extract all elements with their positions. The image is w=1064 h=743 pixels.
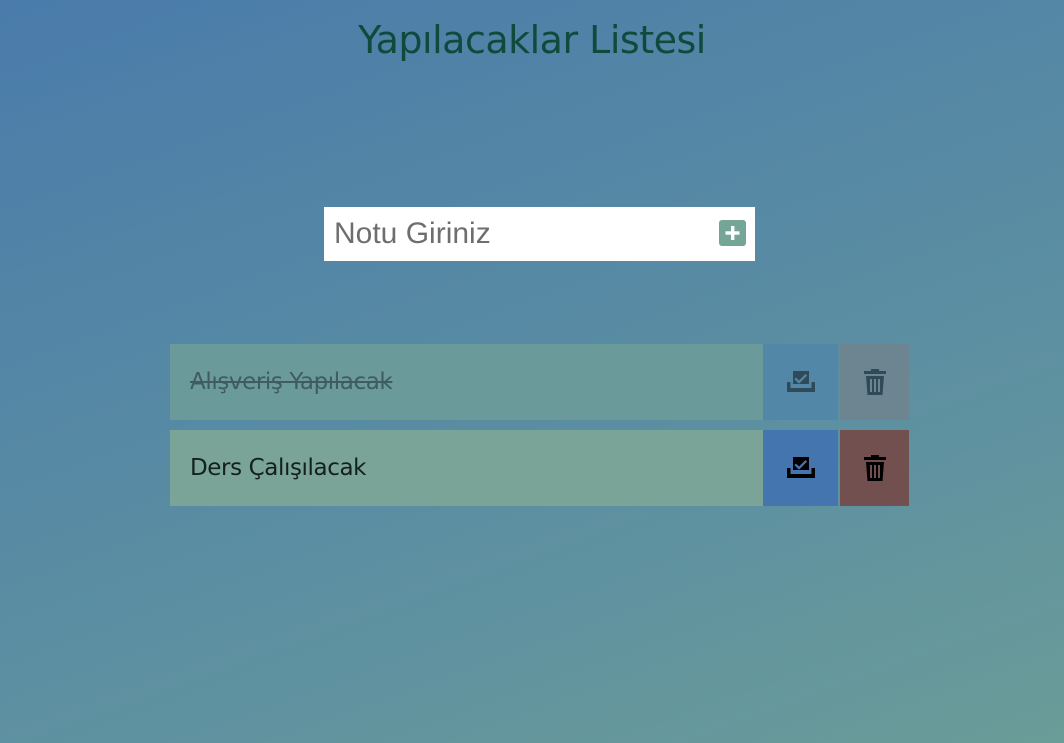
delete-button[interactable] [840, 430, 909, 506]
delete-button[interactable] [840, 344, 909, 420]
inbox-check-icon [786, 371, 815, 392]
note-input[interactable] [324, 207, 704, 261]
plus-icon [725, 226, 740, 240]
inbox-check-icon [786, 457, 815, 478]
todo-text-box: Alışveriş Yapılacak [170, 344, 763, 420]
todo-item: Alışveriş Yapılacak [170, 344, 909, 420]
page-title: Yapılacaklar Listesi [358, 18, 706, 62]
complete-button[interactable] [763, 430, 838, 506]
complete-button[interactable] [763, 344, 838, 420]
todo-text: Ders Çalışılacak [190, 455, 367, 481]
todo-text-box: Ders Çalışılacak [170, 430, 763, 506]
note-input-container [324, 207, 755, 261]
add-button[interactable] [719, 220, 746, 246]
trash-icon [863, 369, 886, 395]
trash-icon [863, 455, 886, 481]
todo-list: Alışveriş Yapılacak Ders Çalışılacak [170, 344, 909, 516]
todo-text: Alışveriş Yapılacak [190, 369, 393, 395]
todo-item: Ders Çalışılacak [170, 430, 909, 506]
